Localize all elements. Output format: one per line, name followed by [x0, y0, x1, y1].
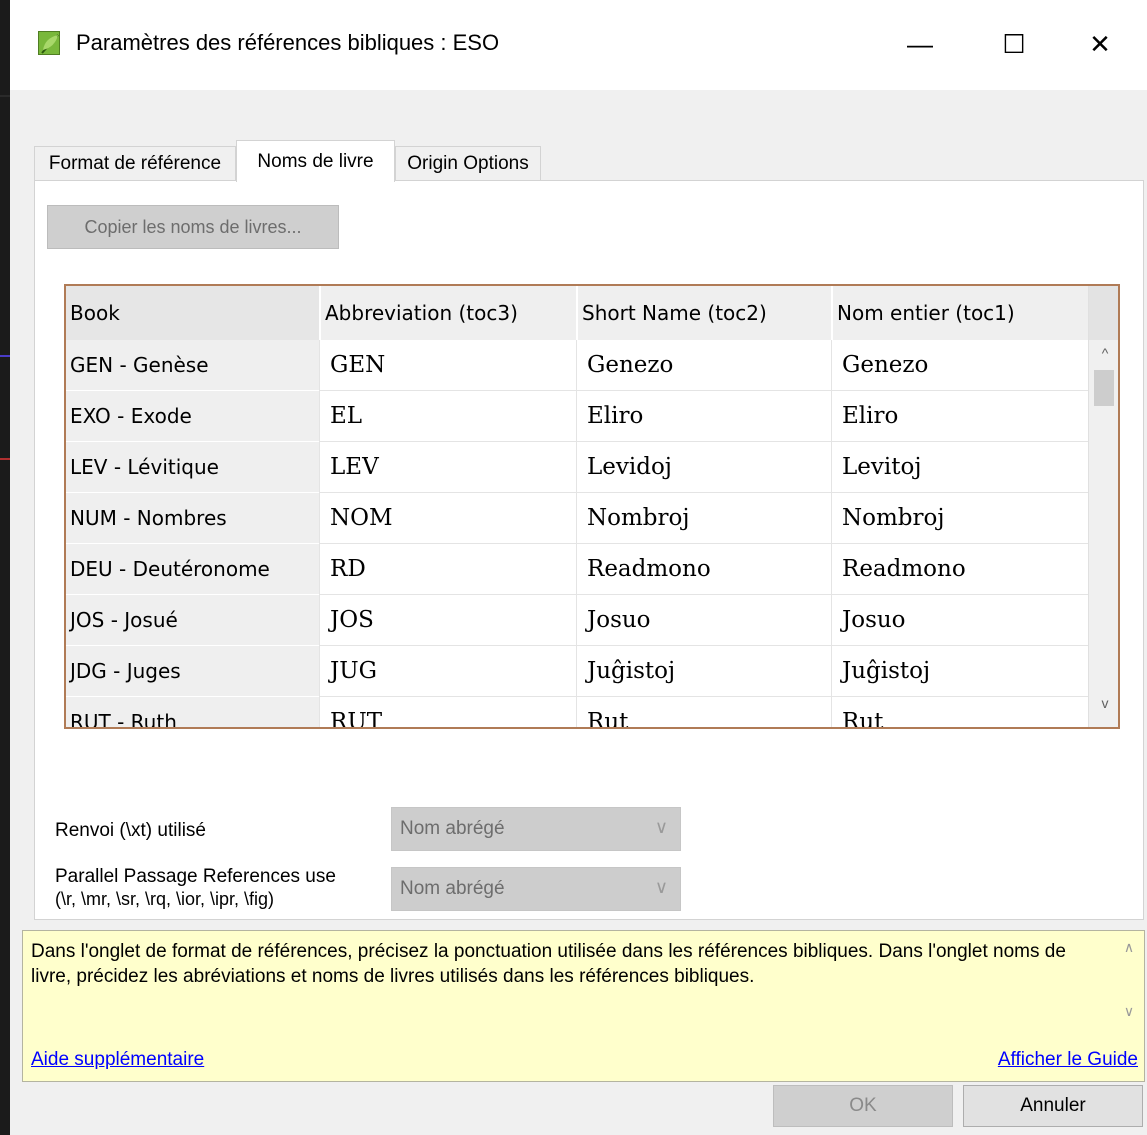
show-guide-link[interactable]: Afficher le Guide	[998, 1049, 1138, 1071]
full-name-cell[interactable]: Genezo	[831, 340, 1088, 391]
full-name-cell[interactable]: Josuo	[831, 595, 1088, 646]
title-bar[interactable]: Paramètres des références bibliques : ES…	[10, 0, 1147, 90]
column-header-abbreviation[interactable]: Abbreviation (toc3)	[321, 286, 576, 340]
table-row: LEV - Lévitique LEV Levidoj Levitoj	[66, 442, 1088, 493]
short-name-cell[interactable]: Josuo	[576, 595, 831, 646]
abbreviation-cell[interactable]: JUG	[319, 646, 576, 697]
short-name-cell[interactable]: Levidoj	[576, 442, 831, 493]
table-row: EXO - Exode EL Eliro Eliro	[66, 391, 1088, 442]
book-cell[interactable]: JDG - Juges	[66, 646, 319, 697]
cancel-button[interactable]: Annuler	[963, 1085, 1143, 1127]
full-name-cell[interactable]: Nombroj	[831, 493, 1088, 544]
dialog-window: Paramètres des références bibliques : ES…	[10, 0, 1147, 1135]
short-name-cell[interactable]: Eliro	[576, 391, 831, 442]
book-cell[interactable]: DEU - Deutéronome	[66, 544, 319, 595]
more-help-link[interactable]: Aide supplémentaire	[31, 1049, 204, 1071]
paratext-leaf-icon	[38, 31, 60, 55]
chevron-down-icon[interactable]: ∨	[1115, 1003, 1143, 1025]
short-name-cell[interactable]: Nombroj	[576, 493, 831, 544]
book-cell[interactable]: LEV - Lévitique	[66, 442, 319, 493]
short-name-cell[interactable]: Readmono	[576, 544, 831, 595]
abbreviation-cell[interactable]: RUT	[319, 697, 576, 727]
column-header-book[interactable]: Book	[66, 286, 319, 340]
short-name-cell[interactable]: Genezo	[576, 340, 831, 391]
abbreviation-cell[interactable]: GEN	[319, 340, 576, 391]
table-row: NUM - Nombres NOM Nombroj Nombroj	[66, 493, 1088, 544]
short-name-cell[interactable]: Rut	[576, 697, 831, 727]
abbreviation-cell[interactable]: RD	[319, 544, 576, 595]
copy-book-names-button[interactable]: Copier les noms de livres...	[47, 205, 339, 249]
chevron-down-icon: ∨	[654, 817, 668, 837]
close-button[interactable]: ✕	[1070, 14, 1130, 74]
table-row: JOS - Josué JOS Josuo Josuo	[66, 595, 1088, 646]
parallel-label-line1: Parallel Passage References use	[55, 866, 336, 887]
table-row: DEU - Deutéronome RD Readmono Readmono	[66, 544, 1088, 595]
grid-header-corner	[1089, 286, 1118, 340]
parallel-dropdown[interactable]: Nom abrégé ∨	[391, 867, 681, 911]
grid-vertical-scrollbar[interactable]: ^ v	[1088, 286, 1118, 727]
table-row: RUT - Ruth RUT Rut Rut	[66, 697, 1088, 727]
full-name-cell[interactable]: Juĝistoj	[831, 646, 1088, 697]
help-scrollbar[interactable]: ∧ ∨	[1115, 939, 1143, 1029]
tab-format-de-reference[interactable]: Format de référence	[34, 146, 236, 180]
book-cell[interactable]: RUT - Ruth	[66, 697, 319, 727]
background-window-edge	[0, 0, 10, 1135]
book-cell[interactable]: NUM - Nombres	[66, 493, 319, 544]
short-name-cell[interactable]: Juĝistoj	[576, 646, 831, 697]
book-names-grid: Book Abbreviation (toc3) Short Name (toc…	[64, 284, 1120, 729]
window-title: Paramètres des références bibliques : ES…	[76, 30, 500, 55]
scroll-up-arrow-icon[interactable]: ^	[1089, 340, 1118, 366]
abbreviation-cell[interactable]: NOM	[319, 493, 576, 544]
full-name-cell[interactable]: Eliro	[831, 391, 1088, 442]
xref-dropdown-value: Nom abrégé	[400, 818, 505, 839]
parallel-label-line2: (\r, \mr, \sr, \rq, \ior, \ipr, \fig)	[55, 889, 275, 909]
tab-origin-options[interactable]: Origin Options	[395, 146, 541, 180]
minimize-button[interactable]: —	[890, 14, 950, 74]
help-text: Dans l'onglet de format de références, p…	[31, 941, 1066, 987]
tab-panel-noms-de-livre: Copier les noms de livres... Book Abbrev…	[34, 180, 1144, 920]
maximize-button[interactable]: ☐	[984, 14, 1044, 74]
chevron-down-icon: ∨	[654, 877, 668, 897]
full-name-cell[interactable]: Readmono	[831, 544, 1088, 595]
book-cell[interactable]: EXO - Exode	[66, 391, 319, 442]
scroll-down-arrow-icon[interactable]: v	[1089, 690, 1118, 716]
abbreviation-cell[interactable]: JOS	[319, 595, 576, 646]
tab-noms-de-livre[interactable]: Noms de livre	[236, 140, 395, 182]
xref-label: Renvoi (\xt) utilisé	[55, 820, 206, 841]
abbreviation-cell[interactable]: EL	[319, 391, 576, 442]
full-name-cell[interactable]: Rut	[831, 697, 1088, 727]
chevron-up-icon[interactable]: ∧	[1115, 939, 1143, 961]
help-panel: Dans l'onglet de format de références, p…	[22, 930, 1145, 1082]
xref-dropdown[interactable]: Nom abrégé ∨	[391, 807, 681, 851]
book-cell[interactable]: JOS - Josué	[66, 595, 319, 646]
parallel-dropdown-value: Nom abrégé	[400, 878, 505, 899]
abbreviation-cell[interactable]: LEV	[319, 442, 576, 493]
table-row: JDG - Juges JUG Juĝistoj Juĝistoj	[66, 646, 1088, 697]
column-header-full-name[interactable]: Nom entier (toc1)	[833, 286, 1088, 340]
table-row: GEN - Genèse GEN Genezo Genezo	[66, 340, 1088, 391]
full-name-cell[interactable]: Levitoj	[831, 442, 1088, 493]
book-cell[interactable]: GEN - Genèse	[66, 340, 319, 391]
ok-button[interactable]: OK	[773, 1085, 953, 1127]
scroll-thumb[interactable]	[1094, 370, 1114, 406]
column-header-short-name[interactable]: Short Name (toc2)	[578, 286, 831, 340]
